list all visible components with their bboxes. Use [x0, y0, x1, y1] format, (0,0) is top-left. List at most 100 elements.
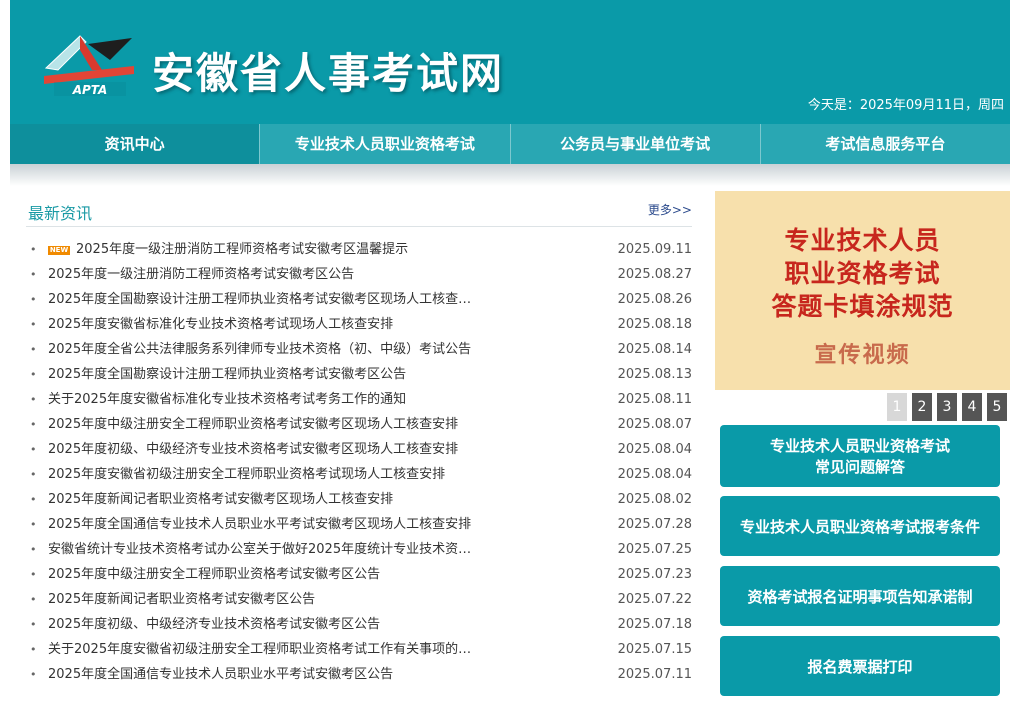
news-item[interactable]: • 2025年度中级注册安全工程师职业资格考试安徽考区现场人工核查安排 2025.0…	[26, 412, 692, 437]
site-header: APTA 安徽省人事考试网 今天是：2025年09月11日，周四	[10, 0, 1010, 124]
promo-banner[interactable]: 专业技术人员 职业资格考试 答题卡填涂规范 宣传视频	[715, 191, 1010, 390]
bullet-icon: •	[30, 568, 37, 581]
news-item[interactable]: • 2025年度安徽省标准化专业技术资格考试现场人工核查安排 2025.08.18	[26, 312, 692, 337]
news-item-title[interactable]: 2025年度全国勘察设计注册工程师执业资格考试安徽考区公告	[48, 362, 608, 387]
news-item-title-text: 2025年度一级注册消防工程师资格考试安徽考区公告	[48, 267, 355, 282]
news-item-title[interactable]: 2025年度新闻记者职业资格考试安徽考区现场人工核查安排	[48, 487, 608, 512]
logo-text: APTA	[72, 83, 108, 97]
news-item-title-text: 2025年度全国勘察设计注册工程师执业资格考试安徽考区公告	[48, 367, 407, 382]
eligibility-button[interactable]: 专业技术人员职业资格考试报考条件	[720, 496, 1000, 556]
nav-news-center[interactable]: 资讯中心	[10, 124, 261, 164]
news-item[interactable]: • 2025年度全国通信专业技术人员职业水平考试安徽考区公告 2025.07.11	[26, 662, 692, 687]
news-item-title[interactable]: 2025年度安徽省初级注册安全工程师职业资格考试现场人工核查安排	[48, 462, 608, 487]
news-header: 最新资讯 更多>>	[26, 194, 692, 227]
pager-page-2[interactable]: 2	[912, 393, 932, 421]
news-item-title-text: 2025年度新闻记者职业资格考试安徽考区现场人工核查安排	[48, 492, 394, 507]
news-item[interactable]: • 关于2025年度安徽省标准化专业技术资格考试考务工作的通知 2025.08.11	[26, 387, 692, 412]
news-item[interactable]: • 2025年度新闻记者职业资格考试安徽考区现场人工核查安排 2025.08.02	[26, 487, 692, 512]
bullet-icon: •	[30, 543, 37, 556]
banner-line-1: 专业技术人员	[784, 226, 941, 255]
news-item-title[interactable]: 2025年度全国通信专业技术人员职业水平考试安徽考区公告	[48, 662, 608, 687]
news-item-title-text: 2025年度初级、中级经济专业技术资格考试安徽考区公告	[48, 617, 381, 632]
news-item[interactable]: • NEW 2025年度一级注册消防工程师资格考试安徽考区温馨提示 2025.09.1…	[26, 237, 692, 262]
news-item-title[interactable]: 关于2025年度安徽省标准化专业技术资格考试考务工作的通知	[48, 387, 608, 412]
bullet-icon: •	[30, 468, 37, 481]
news-item-date: 2025.07.11	[617, 667, 692, 682]
news-item[interactable]: • 2025年度一级注册消防工程师资格考试安徽考区公告 2025.08.27	[26, 262, 692, 287]
news-item-title[interactable]: 2025年度全国通信专业技术人员职业水平考试安徽考区现场人工核查安排	[48, 512, 608, 537]
pager-page-4[interactable]: 4	[962, 393, 982, 421]
news-item-title[interactable]: 2025年度初级、中级经济专业技术资格考试安徽考区现场人工核查安排	[48, 437, 608, 462]
bullet-icon: •	[30, 668, 37, 681]
news-item[interactable]: • 2025年度全省公共法律服务系列律师专业技术资格（初、中级）考试公告 2025.…	[26, 337, 692, 362]
apta-logo-icon[interactable]: APTA	[40, 30, 138, 100]
news-item-date: 2025.08.11	[617, 392, 692, 407]
news-item-title[interactable]: 2025年度新闻记者职业资格考试安徽考区公告	[48, 587, 608, 612]
news-item[interactable]: • 2025年度中级注册安全工程师职业资格考试安徽考区公告 2025.07.23	[26, 562, 692, 587]
faq-button-line-1: 专业技术人员职业资格考试	[769, 437, 950, 455]
eligibility-button-label: 专业技术人员职业资格考试报考条件	[739, 517, 980, 536]
new-badge-icon: NEW	[48, 246, 70, 255]
news-item-title-text: 2025年度新闻记者职业资格考试安徽考区公告	[48, 592, 316, 607]
bullet-icon: •	[30, 618, 37, 631]
invoice-print-button-label: 报名费票据打印	[807, 657, 913, 676]
news-item-title[interactable]: 2025年度全省公共法律服务系列律师专业技术资格（初、中级）考试公告	[48, 337, 608, 362]
invoice-print-button[interactable]: 报名费票据打印	[720, 636, 1000, 696]
news-item-title-text: 2025年度初级、中级经济专业技术资格考试安徽考区现场人工核查安排	[48, 442, 459, 457]
news-item-date: 2025.08.04	[617, 442, 692, 457]
news-item-title[interactable]: 2025年度初级、中级经济专业技术资格考试安徽考区公告	[48, 612, 608, 637]
banner-line-3: 答题卡填涂规范	[771, 292, 954, 321]
nav-civil-service-exams[interactable]: 公务员与事业单位考试	[511, 124, 761, 164]
bullet-icon: •	[30, 643, 37, 656]
today-date: 今天是：2025年09月11日，周四	[807, 98, 1004, 113]
commitment-button[interactable]: 资格考试报名证明事项告知承诺制	[720, 566, 1000, 626]
news-item[interactable]: • 2025年度全国勘察设计注册工程师执业资格考试安徽考区公告 2025.08.13	[26, 362, 692, 387]
news-item[interactable]: • 关于2025年度安徽省初级注册安全工程师职业资格考试工作有关事项的… 2025.…	[26, 637, 692, 662]
news-item[interactable]: • 安徽省统计专业技术资格考试办公室关于做好2025年度统计专业技术资… 2025.…	[26, 537, 692, 562]
news-item[interactable]: • 2025年度全国通信专业技术人员职业水平考试安徽考区现场人工核查安排 2025.…	[26, 512, 692, 537]
news-item-title[interactable]: 2025年度全国勘察设计注册工程师执业资格考试安徽考区现场人工核查…	[48, 287, 608, 312]
news-item-title-text: 2025年度中级注册安全工程师职业资格考试安徽考区公告	[48, 567, 381, 582]
nav-professional-exams[interactable]: 专业技术人员职业资格考试	[260, 124, 511, 164]
news-item-date: 2025.09.11	[617, 242, 692, 257]
pager-page-1[interactable]: 1	[887, 393, 907, 421]
latest-news-panel: 最新资讯 更多>> • NEW 2025年度一级注册消防工程师资格考试安徽考区温馨提…	[26, 194, 692, 687]
bullet-icon: •	[30, 268, 37, 281]
news-item-date: 2025.08.18	[617, 317, 692, 332]
news-item[interactable]: • 2025年度安徽省初级注册安全工程师职业资格考试现场人工核查安排 2025.08…	[26, 462, 692, 487]
bullet-icon: •	[30, 318, 37, 331]
news-item-title[interactable]: 2025年度中级注册安全工程师职业资格考试安徽考区现场人工核查安排	[48, 412, 608, 437]
pager-page-5[interactable]: 5	[987, 393, 1007, 421]
news-item-date: 2025.08.26	[617, 292, 692, 307]
news-item-title[interactable]: 2025年度安徽省标准化专业技术资格考试现场人工核查安排	[48, 312, 608, 337]
news-item[interactable]: • 2025年度新闻记者职业资格考试安徽考区公告 2025.07.22	[26, 587, 692, 612]
news-item-title[interactable]: 关于2025年度安徽省初级注册安全工程师职业资格考试工作有关事项的…	[48, 637, 608, 662]
news-item-title[interactable]: 2025年度中级注册安全工程师职业资格考试安徽考区公告	[48, 562, 608, 587]
pager-page-3[interactable]: 3	[937, 393, 957, 421]
news-item-title-text: 关于2025年度安徽省初级注册安全工程师职业资格考试工作有关事项的…	[48, 642, 472, 657]
bullet-icon: •	[30, 593, 37, 606]
banner-line-2: 职业资格考试	[784, 259, 941, 288]
news-item[interactable]: • 2025年度初级、中级经济专业技术资格考试安徽考区现场人工核查安排 2025.0…	[26, 437, 692, 462]
news-item-title-text: 2025年度安徽省标准化专业技术资格考试现场人工核查安排	[48, 317, 394, 332]
faq-button[interactable]: 专业技术人员职业资格考试 常见问题解答	[720, 425, 1000, 487]
news-item-title-text: 2025年度全国勘察设计注册工程师执业资格考试安徽考区现场人工核查…	[48, 292, 472, 307]
news-item-date: 2025.08.02	[617, 492, 692, 507]
news-item-title[interactable]: 2025年度一级注册消防工程师资格考试安徽考区公告	[48, 262, 608, 287]
news-item-date: 2025.07.22	[617, 592, 692, 607]
bullet-icon: •	[30, 518, 37, 531]
news-item-title-text: 关于2025年度安徽省标准化专业技术资格考试考务工作的通知	[48, 392, 407, 407]
news-item[interactable]: • 2025年度全国勘察设计注册工程师执业资格考试安徽考区现场人工核查… 2025.…	[26, 287, 692, 312]
bullet-icon: •	[30, 243, 37, 256]
more-link[interactable]: 更多>>	[648, 201, 692, 218]
news-item-title-text: 安徽省统计专业技术资格考试办公室关于做好2025年度统计专业技术资…	[48, 542, 472, 557]
news-item[interactable]: • 2025年度初级、中级经济专业技术资格考试安徽考区公告 2025.07.18	[26, 612, 692, 637]
news-item-title[interactable]: 安徽省统计专业技术资格考试办公室关于做好2025年度统计专业技术资…	[48, 537, 608, 562]
news-item-title-text: 2025年度全国通信专业技术人员职业水平考试安徽考区现场人工核查安排	[48, 517, 472, 532]
nav-exam-service-platform[interactable]: 考试信息服务平台	[761, 124, 1010, 164]
faq-button-line-2: 常见问题解答	[814, 458, 905, 476]
site-title: 安徽省人事考试网	[152, 49, 505, 98]
news-item-title-text: 2025年度一级注册消防工程师资格考试安徽考区温馨提示	[76, 242, 409, 257]
bullet-icon: •	[30, 393, 37, 406]
news-item-title[interactable]: NEW 2025年度一级注册消防工程师资格考试安徽考区温馨提示	[48, 237, 608, 262]
